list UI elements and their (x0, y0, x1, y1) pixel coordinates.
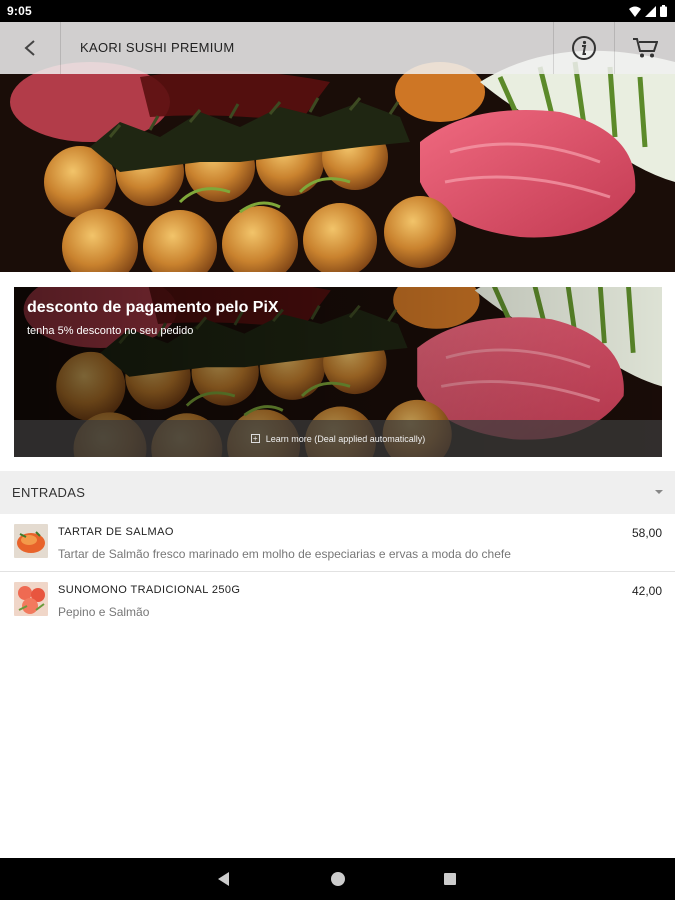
chevron-down-icon (655, 490, 663, 494)
nav-back-icon[interactable] (218, 872, 229, 886)
deal-banner[interactable]: desconto de pagamento pelo PiX tenha 5% … (14, 287, 662, 457)
back-button[interactable] (0, 22, 61, 74)
sunomono-photo (14, 582, 48, 616)
info-icon (572, 36, 596, 60)
nav-home-icon[interactable] (331, 872, 345, 886)
item-name: TARTAR DE SALMAO (58, 526, 174, 538)
learn-more-label: Learn more (Deal applied automatically) (265, 433, 426, 444)
status-bar: 9:05 (0, 0, 675, 22)
signal-icon (645, 5, 656, 17)
deal-title: desconto de pagamento pelo PiX (27, 299, 279, 316)
cart-icon (633, 38, 658, 58)
section-title: ENTRADAS (12, 485, 86, 500)
learn-more-link[interactable]: + Learn more (Deal applied automatically… (14, 420, 662, 457)
store-title: KAORI SUSHI PREMIUM (80, 40, 235, 55)
item-price: 58,00 (631, 526, 662, 540)
system-nav-bar (0, 858, 675, 900)
nav-recents-icon[interactable] (444, 873, 456, 885)
item-thumbnail (14, 524, 48, 558)
expand-icon: + (250, 434, 260, 443)
item-description: Tartar de Salmão fresco marinado em molh… (58, 547, 511, 561)
status-time: 9:05 (7, 4, 32, 18)
info-button[interactable] (553, 22, 614, 74)
battery-icon (660, 5, 667, 17)
item-description: Pepino e Salmão (58, 605, 150, 619)
item-name: SUNOMONO TRADICIONAL 250G (58, 584, 241, 596)
tartar-photo (14, 524, 48, 558)
top-app-bar: KAORI SUSHI PREMIUM (0, 22, 675, 74)
item-thumbnail (14, 582, 48, 616)
back-arrow-icon (24, 40, 35, 56)
wifi-icon (629, 6, 641, 17)
deal-subtitle: tenha 5% desconto no seu pedido (27, 325, 194, 337)
status-icons (629, 4, 667, 18)
menu-item[interactable]: TARTAR DE SALMAO Tartar de Salmão fresco… (0, 514, 675, 572)
section-header-entradas[interactable]: ENTRADAS (0, 471, 675, 514)
item-price: 42,00 (631, 584, 662, 598)
cart-button[interactable] (614, 22, 675, 74)
menu-item[interactable]: SUNOMONO TRADICIONAL 250G Pepino e Salmã… (0, 572, 675, 630)
